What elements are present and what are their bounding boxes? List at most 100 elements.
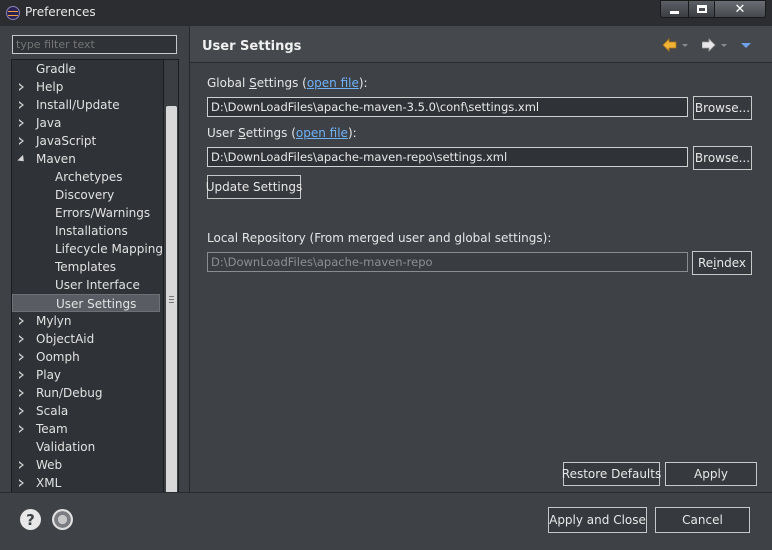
expand-arrow-icon[interactable] <box>19 407 24 415</box>
tree-item[interactable]: User Settings <box>12 294 160 312</box>
global-settings-field[interactable]: D:\DownLoadFiles\apache-maven-3.5.0\conf… <box>207 97 688 117</box>
tree-item-label: Java <box>36 116 62 130</box>
page-header: User Settings <box>190 26 772 63</box>
view-menu-icon[interactable] <box>741 43 751 48</box>
tree-item[interactable]: Play <box>12 366 162 384</box>
tree-item[interactable]: Java <box>12 114 162 132</box>
tree-item-label: Installations <box>55 224 128 238</box>
dialog-button-bar: ? Apply and Close Cancel <box>0 492 772 550</box>
tree-item[interactable]: Help <box>12 78 162 96</box>
back-button[interactable] <box>662 38 688 52</box>
expand-arrow-icon[interactable] <box>19 101 24 109</box>
user-settings-field[interactable]: D:\DownLoadFiles\apache-maven-repo\setti… <box>207 147 688 167</box>
expand-arrow-icon[interactable] <box>19 83 24 91</box>
tree-item-label: Validation <box>36 440 96 454</box>
page-title: User Settings <box>202 39 302 54</box>
tree-item-label: Mylyn <box>36 314 72 328</box>
tree-item-label: Install/Update <box>36 98 120 112</box>
tree-item[interactable]: Oomph <box>12 348 162 366</box>
tree-item-label: Templates <box>55 260 117 274</box>
preferences-navigation: Gradle Help Install/Update Java JavaScript Ma… <box>0 26 189 518</box>
tree-item[interactable]: Validation <box>12 438 162 456</box>
expand-arrow-icon[interactable] <box>19 335 24 343</box>
tree-scrollbar[interactable] <box>163 60 178 517</box>
expand-arrow-icon[interactable] <box>19 479 24 487</box>
tree-item-label: Errors/Warnings <box>55 206 151 220</box>
tree-item[interactable]: Install/Update <box>12 96 162 114</box>
expand-arrow-icon[interactable] <box>19 461 24 469</box>
forward-arrow-icon <box>701 38 727 52</box>
tree-item[interactable]: Discovery <box>12 186 162 204</box>
tree-item[interactable]: Mylyn <box>12 312 162 330</box>
tree-item[interactable]: Installations <box>12 222 162 240</box>
user-settings-label: User Settings (open file): <box>207 126 357 140</box>
global-open-file-link[interactable]: open file <box>307 76 359 90</box>
tree-item[interactable]: User Interface <box>12 276 162 294</box>
tree-item-label: Gradle <box>36 62 76 76</box>
tree-item-label: Oomph <box>36 350 80 364</box>
record-icon[interactable] <box>52 509 73 530</box>
back-arrow-icon <box>662 38 688 52</box>
tree-item[interactable]: Gradle <box>12 60 162 78</box>
tree-item-label: Play <box>36 368 62 382</box>
minimize-button[interactable] <box>660 0 689 18</box>
cancel-button[interactable]: Cancel <box>655 507 750 533</box>
tree-item[interactable]: Run/Debug <box>12 384 162 402</box>
tree-item[interactable]: Web <box>12 456 162 474</box>
tree-item[interactable]: ObjectAid <box>12 330 162 348</box>
reindex-button[interactable]: Re i ndex <box>692 251 752 275</box>
tree-item[interactable]: Maven <box>12 150 162 168</box>
preference-page: User Settings Global Settings (open file… <box>190 26 772 492</box>
expand-arrow-icon[interactable] <box>19 317 24 325</box>
tree-item-label: Maven <box>36 152 76 166</box>
scrollbar-thumb[interactable] <box>166 106 177 501</box>
user-open-file-link[interactable]: open file <box>296 126 348 140</box>
tree-item-label: Scala <box>36 404 69 418</box>
tree-item[interactable]: Lifecycle Mappings <box>12 240 169 258</box>
tree-item-label: User Settings <box>56 297 137 311</box>
tree-item[interactable]: XML <box>12 474 162 492</box>
grip-icon <box>169 296 174 303</box>
title-bar: Preferences ✕ <box>0 0 772 26</box>
restore-defaults-button[interactable]: Restore Defaults <box>562 462 661 486</box>
expand-arrow-icon[interactable] <box>19 389 24 397</box>
collapse-arrow-icon[interactable] <box>17 154 27 165</box>
help-icon[interactable]: ? <box>20 509 41 530</box>
preferences-tree[interactable]: Gradle Help Install/Update Java JavaScript Ma… <box>11 59 179 518</box>
filter-input[interactable] <box>12 35 177 54</box>
minimize-icon <box>670 10 679 14</box>
expand-arrow-icon[interactable] <box>19 371 24 379</box>
user-browse-button[interactable]: Browse... <box>693 146 752 170</box>
expand-arrow-icon[interactable] <box>19 425 24 433</box>
update-settings-button[interactable]: Update Settings <box>206 175 302 199</box>
global-browse-button[interactable]: Browse... <box>693 96 752 120</box>
close-icon: ✕ <box>734 1 746 17</box>
tree-item-label: Web <box>36 458 63 472</box>
window-title: Preferences <box>25 5 96 19</box>
tree-item-label: Discovery <box>55 188 115 202</box>
tree-item[interactable]: Team <box>12 420 162 438</box>
tree-item-label: Lifecycle Mappings <box>55 242 170 256</box>
tree-item[interactable]: JavaScript <box>12 132 162 150</box>
eclipse-icon <box>6 6 20 20</box>
global-settings-label: Global Settings (open file): <box>207 76 368 90</box>
apply-button[interactable]: Apply <box>665 462 757 486</box>
forward-button[interactable] <box>701 38 728 52</box>
maximize-button[interactable] <box>688 0 715 18</box>
tree-item[interactable]: Templates <box>12 258 162 276</box>
local-repository-field: D:\DownLoadFiles\apache-maven-repo <box>207 252 688 272</box>
tree-item-label: Run/Debug <box>36 386 103 400</box>
close-button[interactable]: ✕ <box>714 0 766 18</box>
expand-arrow-icon[interactable] <box>19 353 24 361</box>
tree-item-label: JavaScript <box>36 134 97 148</box>
apply-and-close-button[interactable]: Apply and Close <box>548 507 647 533</box>
tree-item[interactable]: Errors/Warnings <box>12 204 162 222</box>
maximize-icon <box>696 5 707 13</box>
tree-item-label: XML <box>36 476 62 490</box>
tree-item-label: ObjectAid <box>36 332 95 346</box>
expand-arrow-icon[interactable] <box>19 119 24 127</box>
expand-arrow-icon[interactable] <box>19 137 24 145</box>
tree-item-label: User Interface <box>55 278 140 292</box>
tree-item[interactable]: Scala <box>12 402 162 420</box>
tree-item[interactable]: Archetypes <box>12 168 162 186</box>
